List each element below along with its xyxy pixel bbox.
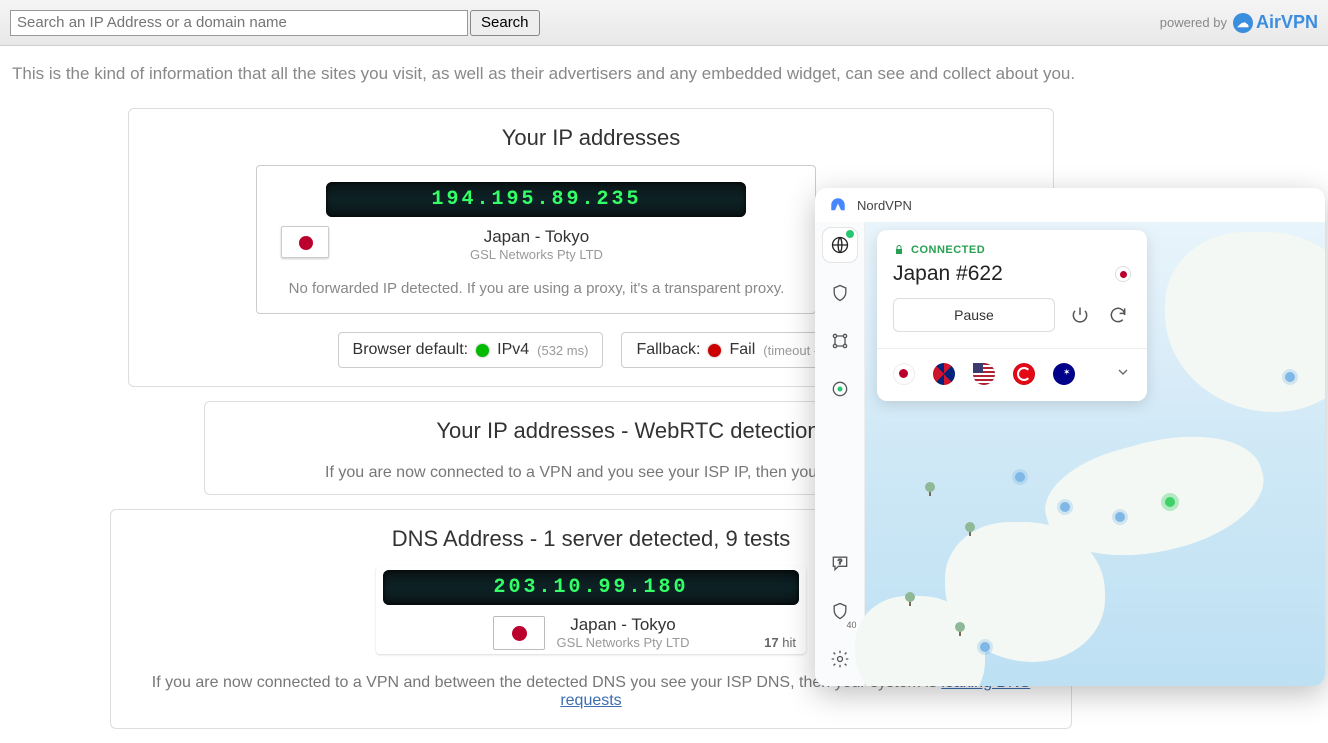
search-input[interactable] [10, 10, 468, 36]
nordvpn-logo-icon [829, 196, 847, 214]
sidebar-target-icon[interactable] [823, 372, 857, 406]
svg-text:?: ? [837, 557, 841, 566]
pause-button[interactable]: Pause [893, 298, 1055, 332]
powered-by: powered by ☁ AirVPN [1160, 12, 1318, 33]
quick-connect-flags [893, 363, 1131, 385]
sidebar-shield-icon[interactable] [823, 276, 857, 310]
powered-prefix: powered by [1160, 15, 1227, 30]
server-name: Japan #622 [893, 262, 1003, 286]
flag-japan-icon [493, 616, 545, 650]
power-icon[interactable] [1067, 302, 1093, 328]
airvpn-logo[interactable]: ☁ AirVPN [1233, 12, 1318, 33]
flag-jp-icon[interactable] [893, 363, 915, 385]
intro-text: This is the kind of information that all… [0, 46, 1328, 94]
sidebar-globe-icon[interactable] [823, 228, 857, 262]
status-dot-red-icon [708, 344, 721, 357]
fallback-status: Fail [729, 341, 755, 359]
map-pin-active[interactable] [1165, 497, 1175, 507]
chevron-down-icon[interactable] [1115, 364, 1131, 385]
sidebar-help-icon[interactable]: ? [823, 546, 857, 580]
webrtc-note-prefix: If you are now connected to a VPN and yo… [325, 464, 898, 481]
flag-tr-icon[interactable] [1013, 363, 1035, 385]
fallback-chip: Fallback: Fail (timeout - T [621, 332, 844, 368]
map-pin[interactable] [980, 642, 990, 652]
dns-result-box: 203.10.99.180 Japan - Tokyo GSL Networks… [376, 566, 806, 654]
flag-us-icon[interactable] [973, 363, 995, 385]
status-text: CONNECTED [911, 244, 985, 256]
ip-isp: GSL Networks Pty LTD [470, 247, 603, 262]
connection-status: CONNECTED [893, 244, 1131, 256]
connected-badge-icon [846, 230, 854, 238]
dns-hits-num: 17 [764, 635, 778, 650]
dns-location: Japan - Tokyo [557, 615, 690, 635]
ipv4-address: 194.195.89.235 [326, 182, 746, 217]
nordvpn-window: NordVPN ? 40 [815, 188, 1325, 686]
sidebar-settings-icon[interactable] [823, 642, 857, 676]
map-pin[interactable] [1285, 372, 1295, 382]
flag-japan-icon [281, 226, 329, 258]
nord-map[interactable]: CONNECTED Japan #622 Pause [865, 222, 1325, 686]
sidebar-mesh-icon[interactable] [823, 324, 857, 358]
dns-hits: 17 hit [764, 635, 796, 650]
dns-ip: 203.10.99.180 [383, 570, 799, 605]
search-button[interactable]: Search [470, 10, 540, 36]
ip-card-title: Your IP addresses [145, 125, 1037, 151]
shield-count: 40 [844, 620, 858, 630]
browser-default-label: Browser default: [353, 341, 469, 359]
browser-default-proto: IPv4 [497, 341, 529, 359]
browser-default-ms: (532 ms) [537, 343, 588, 358]
lock-icon [893, 244, 905, 256]
browser-default-chip: Browser default: IPv4 (532 ms) [338, 332, 604, 368]
brand-text: AirVPN [1256, 12, 1318, 33]
flag-au-icon[interactable] [1053, 363, 1075, 385]
top-bar: Search powered by ☁ AirVPN [0, 0, 1328, 46]
map-pin[interactable] [1115, 512, 1125, 522]
nord-status-panel: CONNECTED Japan #622 Pause [877, 230, 1147, 401]
nordvpn-title: NordVPN [857, 198, 912, 213]
separator [877, 348, 1147, 349]
dns-isp: GSL Networks Pty LTD [557, 635, 690, 650]
ip-location: Japan - Tokyo [484, 227, 590, 247]
flag-uk-icon[interactable] [933, 363, 955, 385]
search-wrap: Search [10, 10, 540, 36]
dns-hits-suffix: hit [782, 635, 796, 650]
status-dot-green-icon [476, 344, 489, 357]
proxy-note: No forwarded IP detected. If you are usi… [275, 280, 797, 297]
refresh-icon[interactable] [1105, 302, 1131, 328]
map-pin[interactable] [1015, 472, 1025, 482]
nordvpn-titlebar: NordVPN [815, 188, 1325, 222]
cloud-icon: ☁ [1233, 13, 1253, 33]
map-pin[interactable] [1060, 502, 1070, 512]
nord-sidebar: ? 40 [815, 222, 865, 686]
fallback-label: Fallback: [636, 341, 700, 359]
flag-japan-dot-icon [1115, 266, 1131, 282]
sidebar-shield-count-icon[interactable]: 40 [823, 594, 857, 628]
ipv4-box: 194.195.89.235 Japan - Tokyo GSL Network… [256, 165, 816, 314]
